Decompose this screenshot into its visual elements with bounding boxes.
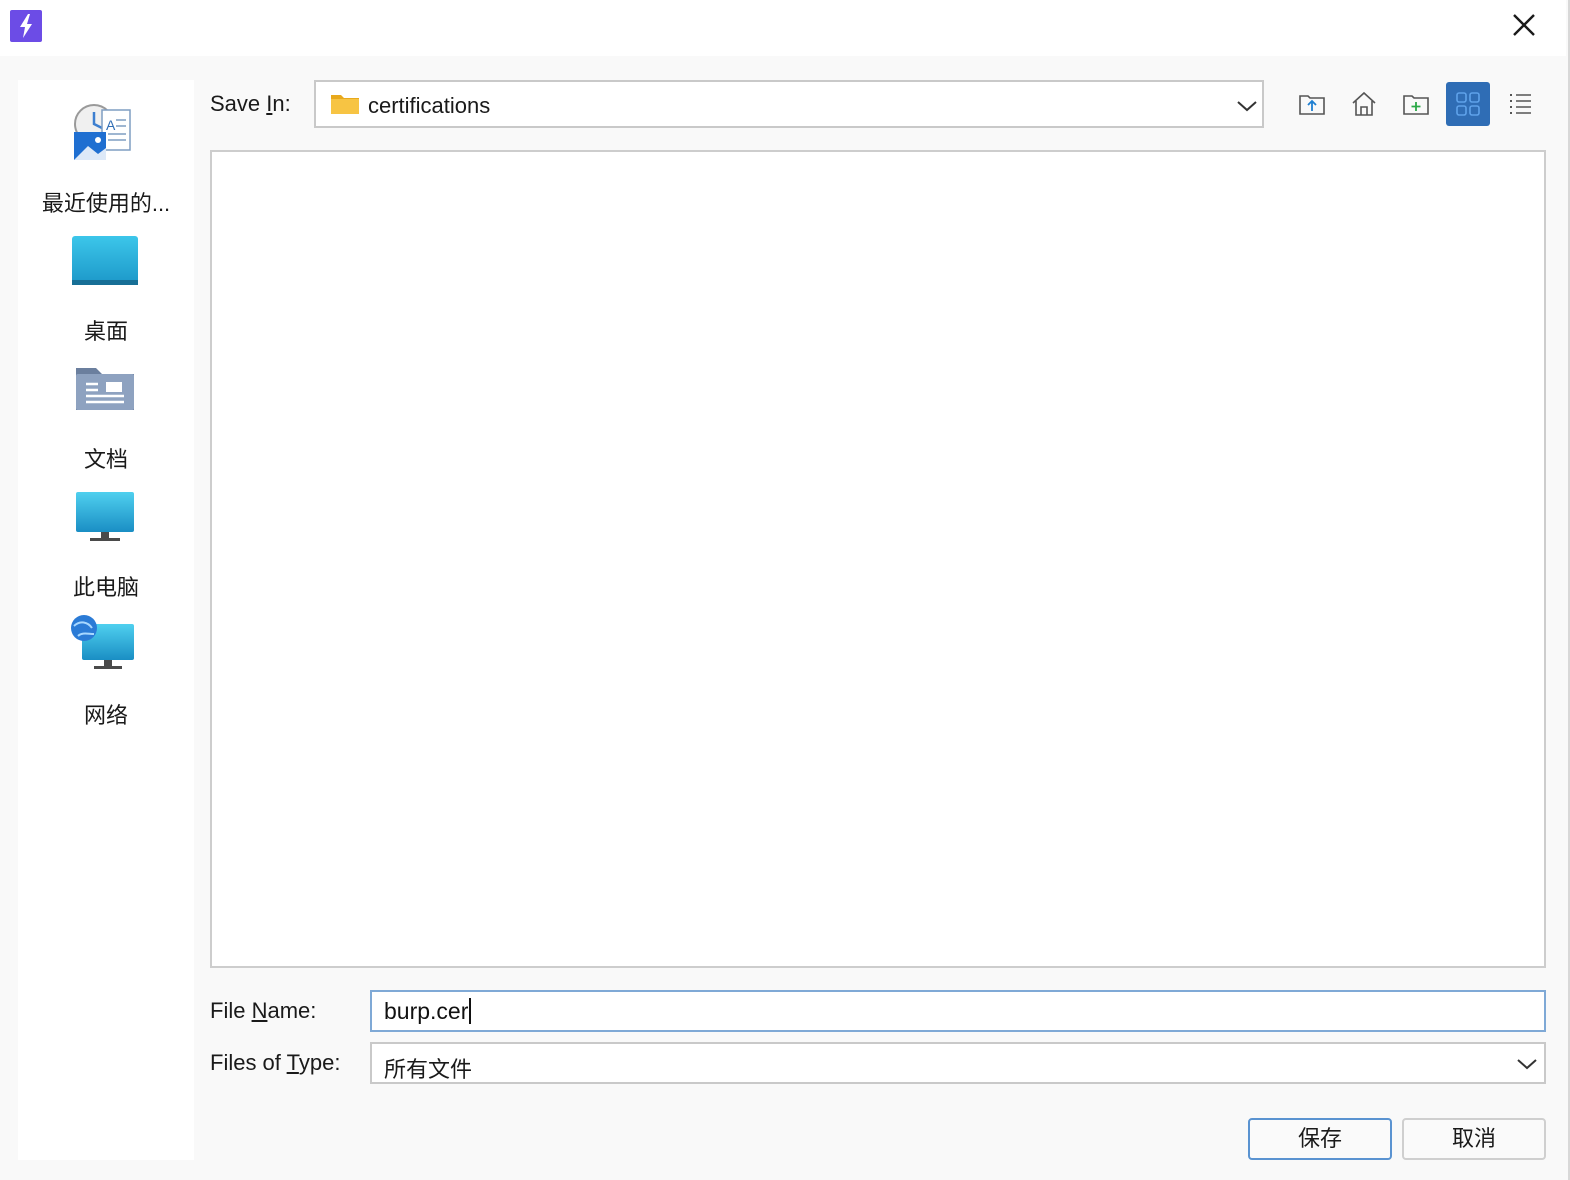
svg-text:A: A	[106, 117, 116, 133]
up-one-level-button[interactable]	[1290, 82, 1334, 126]
this-pc-icon	[76, 492, 134, 541]
folder-icon	[331, 95, 359, 114]
label-text: Save	[210, 91, 267, 116]
save-file-dialog: A 最近使用的... 桌面 文档 此电脑 网络 Save In: certifi…	[0, 0, 1570, 1180]
place-label: 最近使用的...	[41, 191, 171, 216]
place-documents[interactable]: 文档	[18, 358, 194, 476]
close-icon	[1513, 14, 1535, 36]
place-label: 此电脑	[72, 575, 139, 600]
place-desktop[interactable]: 桌面	[18, 230, 194, 348]
title-bar	[0, 0, 1566, 56]
label-text: File	[210, 998, 252, 1023]
place-network[interactable]: 网络	[18, 614, 194, 732]
documents-icon	[76, 368, 134, 410]
place-this-pc[interactable]: 此电脑	[18, 486, 194, 604]
save-in-dropdown[interactable]: certifications	[314, 80, 1264, 128]
file-type-dropdown[interactable]: 所有文件	[370, 1042, 1546, 1084]
cancel-button[interactable]: 取消	[1402, 1118, 1546, 1160]
mnemonic-letter: N	[251, 998, 268, 1023]
label-text: ame:	[267, 998, 317, 1023]
grid-view-icon	[1456, 92, 1480, 116]
file-type-label: Files of Type:	[210, 1050, 340, 1076]
save-button[interactable]: 保存	[1248, 1118, 1392, 1160]
file-type-value: 所有文件	[384, 1057, 473, 1082]
list-view-button[interactable]	[1498, 82, 1542, 126]
chevron-down-icon	[1237, 101, 1257, 112]
place-label: 文档	[83, 447, 128, 472]
file-name-label: File Name:	[210, 998, 316, 1024]
new-folder-button[interactable]	[1394, 82, 1438, 126]
close-button[interactable]	[1500, 6, 1548, 46]
grid-view-button[interactable]	[1446, 82, 1490, 126]
recent-items-icon: A	[74, 104, 131, 160]
list-view-icon	[1510, 94, 1531, 114]
place-label: 网络	[83, 703, 128, 728]
network-icon	[71, 615, 134, 669]
text-caret	[469, 998, 471, 1024]
chevron-down-icon	[1517, 1059, 1537, 1070]
place-label: 桌面	[83, 319, 128, 344]
places-sidebar: A 最近使用的... 桌面 文档 此电脑 网络	[18, 80, 194, 1160]
up-folder-icon	[1299, 95, 1325, 115]
save-in-label: Save In:	[210, 91, 291, 117]
place-recent[interactable]: A 最近使用的...	[18, 102, 194, 220]
label-text: ype:	[298, 1050, 341, 1075]
file-list-pane[interactable]	[210, 150, 1546, 968]
home-button[interactable]	[1342, 82, 1386, 126]
home-icon	[1352, 91, 1376, 116]
desktop-icon	[72, 236, 138, 285]
app-lightning-icon	[10, 10, 42, 42]
mnemonic-letter: T	[286, 1050, 299, 1075]
label-text: Files of	[210, 1050, 287, 1075]
new-folder-icon	[1403, 95, 1429, 115]
save-in-value: certifications	[368, 93, 491, 118]
label-text: n:	[272, 91, 291, 116]
file-name-input[interactable]	[370, 990, 1546, 1032]
